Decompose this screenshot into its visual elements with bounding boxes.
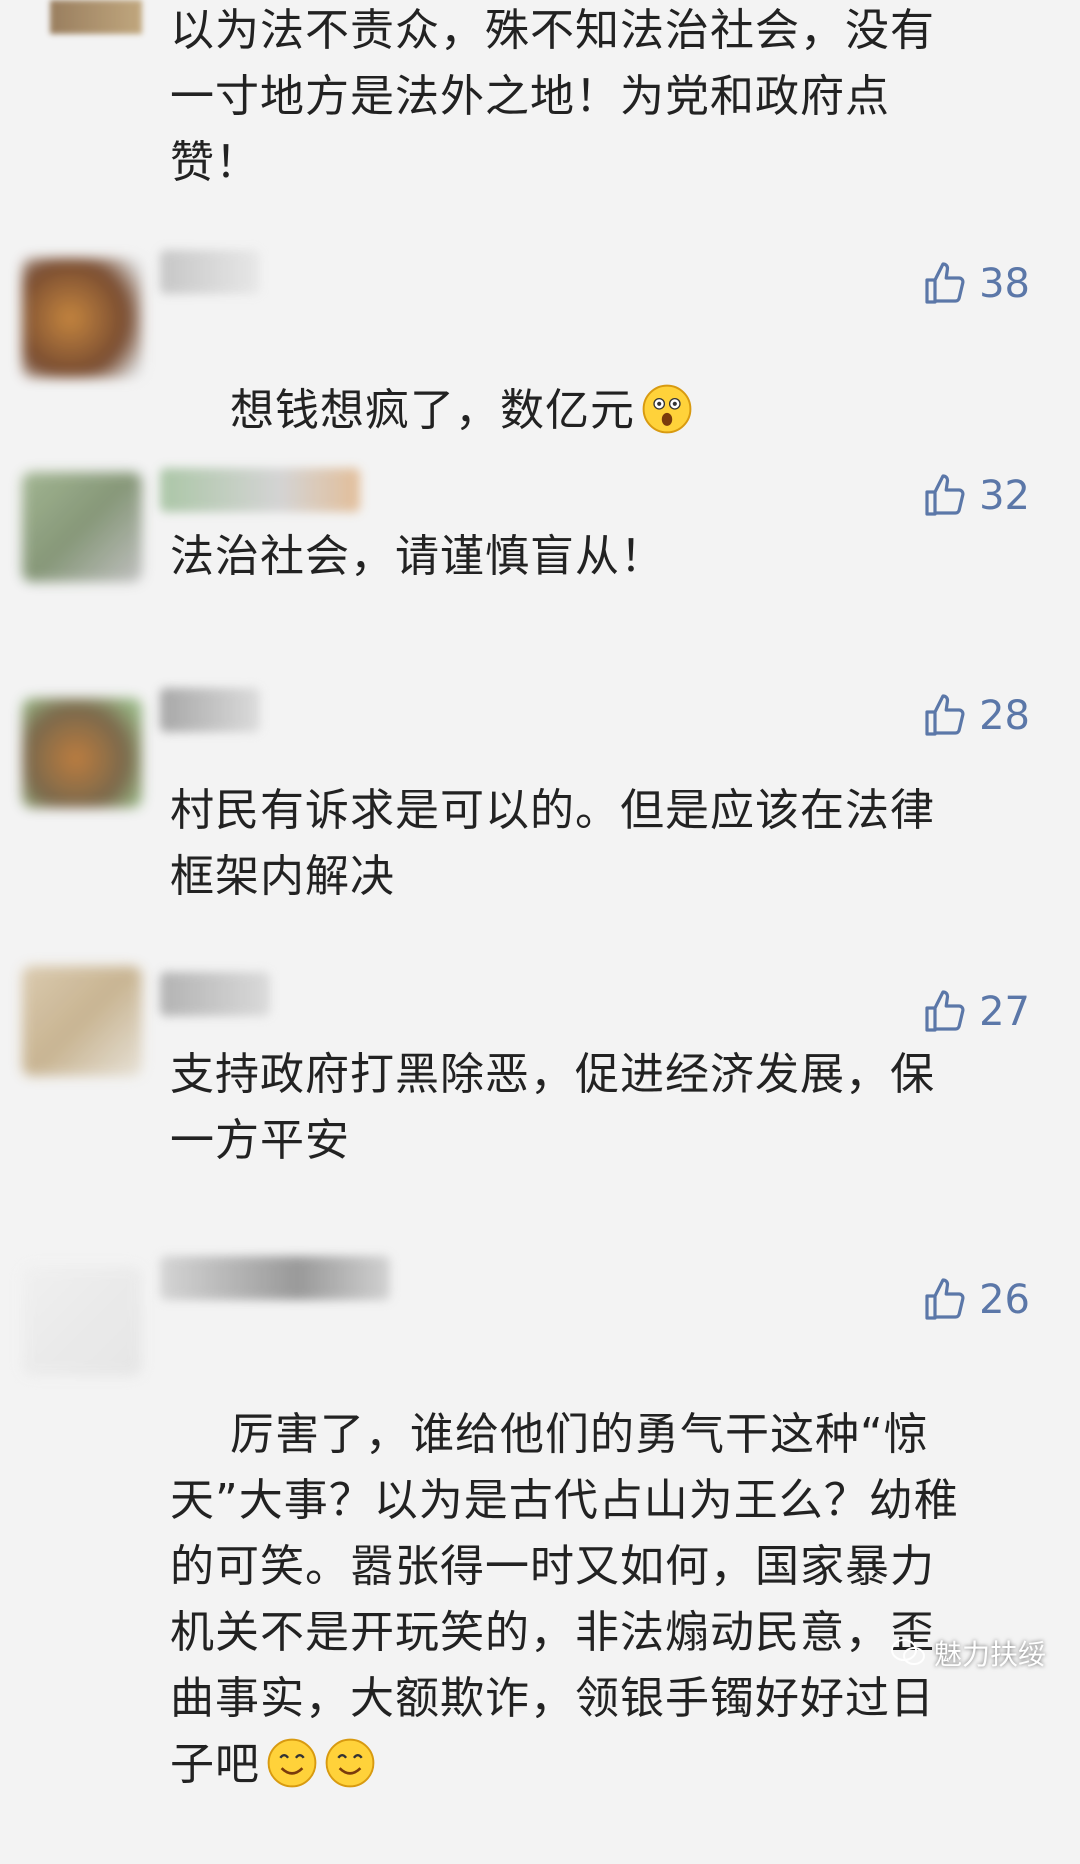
comment-text: 支持政府打黑除恶，促进经济发展，保 一方平安 bbox=[170, 1049, 935, 1166]
comment-text: 以为法不责众，殊不知法治社会，没有 一寸地方是法外之地！为党和政府点 赞！ bbox=[170, 5, 935, 188]
like-count: 28 bbox=[979, 693, 1030, 739]
nickname[interactable] bbox=[160, 972, 270, 1016]
thumbs-up-icon bbox=[925, 474, 965, 516]
avatar[interactable] bbox=[22, 258, 142, 378]
smile-emoji-icon bbox=[267, 1738, 317, 1788]
avatar[interactable] bbox=[22, 1266, 142, 1376]
nickname[interactable] bbox=[160, 1256, 390, 1300]
like-button[interactable]: 26 bbox=[921, 1276, 1030, 1324]
like-button[interactable]: 27 bbox=[921, 988, 1030, 1036]
thumbs-up-icon bbox=[925, 262, 965, 304]
comment-text: 法治社会，请谨慎盲从！ bbox=[170, 531, 665, 582]
like-button[interactable]: 38 bbox=[921, 260, 1030, 308]
watermark: 魅力扶绥 bbox=[890, 1633, 1046, 1673]
thumbs-up-icon bbox=[925, 1278, 965, 1320]
avatar[interactable] bbox=[50, 0, 142, 34]
wechat-icon bbox=[890, 1639, 925, 1665]
comment-text: 村民有诉求是可以的。但是应该在法律 框架内解决 bbox=[170, 785, 935, 902]
nickname[interactable] bbox=[160, 468, 360, 512]
smile-emoji-icon bbox=[325, 1738, 375, 1788]
avatar[interactable] bbox=[22, 966, 142, 1076]
like-count: 38 bbox=[979, 261, 1030, 307]
thumbs-up-icon bbox=[925, 694, 965, 736]
nickname[interactable] bbox=[160, 250, 260, 294]
nickname[interactable] bbox=[160, 688, 260, 732]
like-button[interactable]: 32 bbox=[921, 472, 1030, 520]
smile-emoji-icon bbox=[642, 384, 692, 434]
watermark-text: 魅力扶绥 bbox=[933, 1638, 1046, 1671]
comment-text: 厉害了，谁给他们的勇气干这种“惊 天”大事？以为是古代占山为王么？幼稚 的可笑。… bbox=[170, 1409, 959, 1790]
avatar[interactable] bbox=[22, 698, 142, 808]
avatar[interactable] bbox=[22, 472, 142, 582]
like-count: 27 bbox=[979, 989, 1030, 1035]
like-button[interactable]: 28 bbox=[921, 692, 1030, 740]
like-count: 32 bbox=[979, 473, 1030, 519]
thumbs-up-icon bbox=[925, 990, 965, 1032]
like-count: 26 bbox=[979, 1277, 1030, 1323]
